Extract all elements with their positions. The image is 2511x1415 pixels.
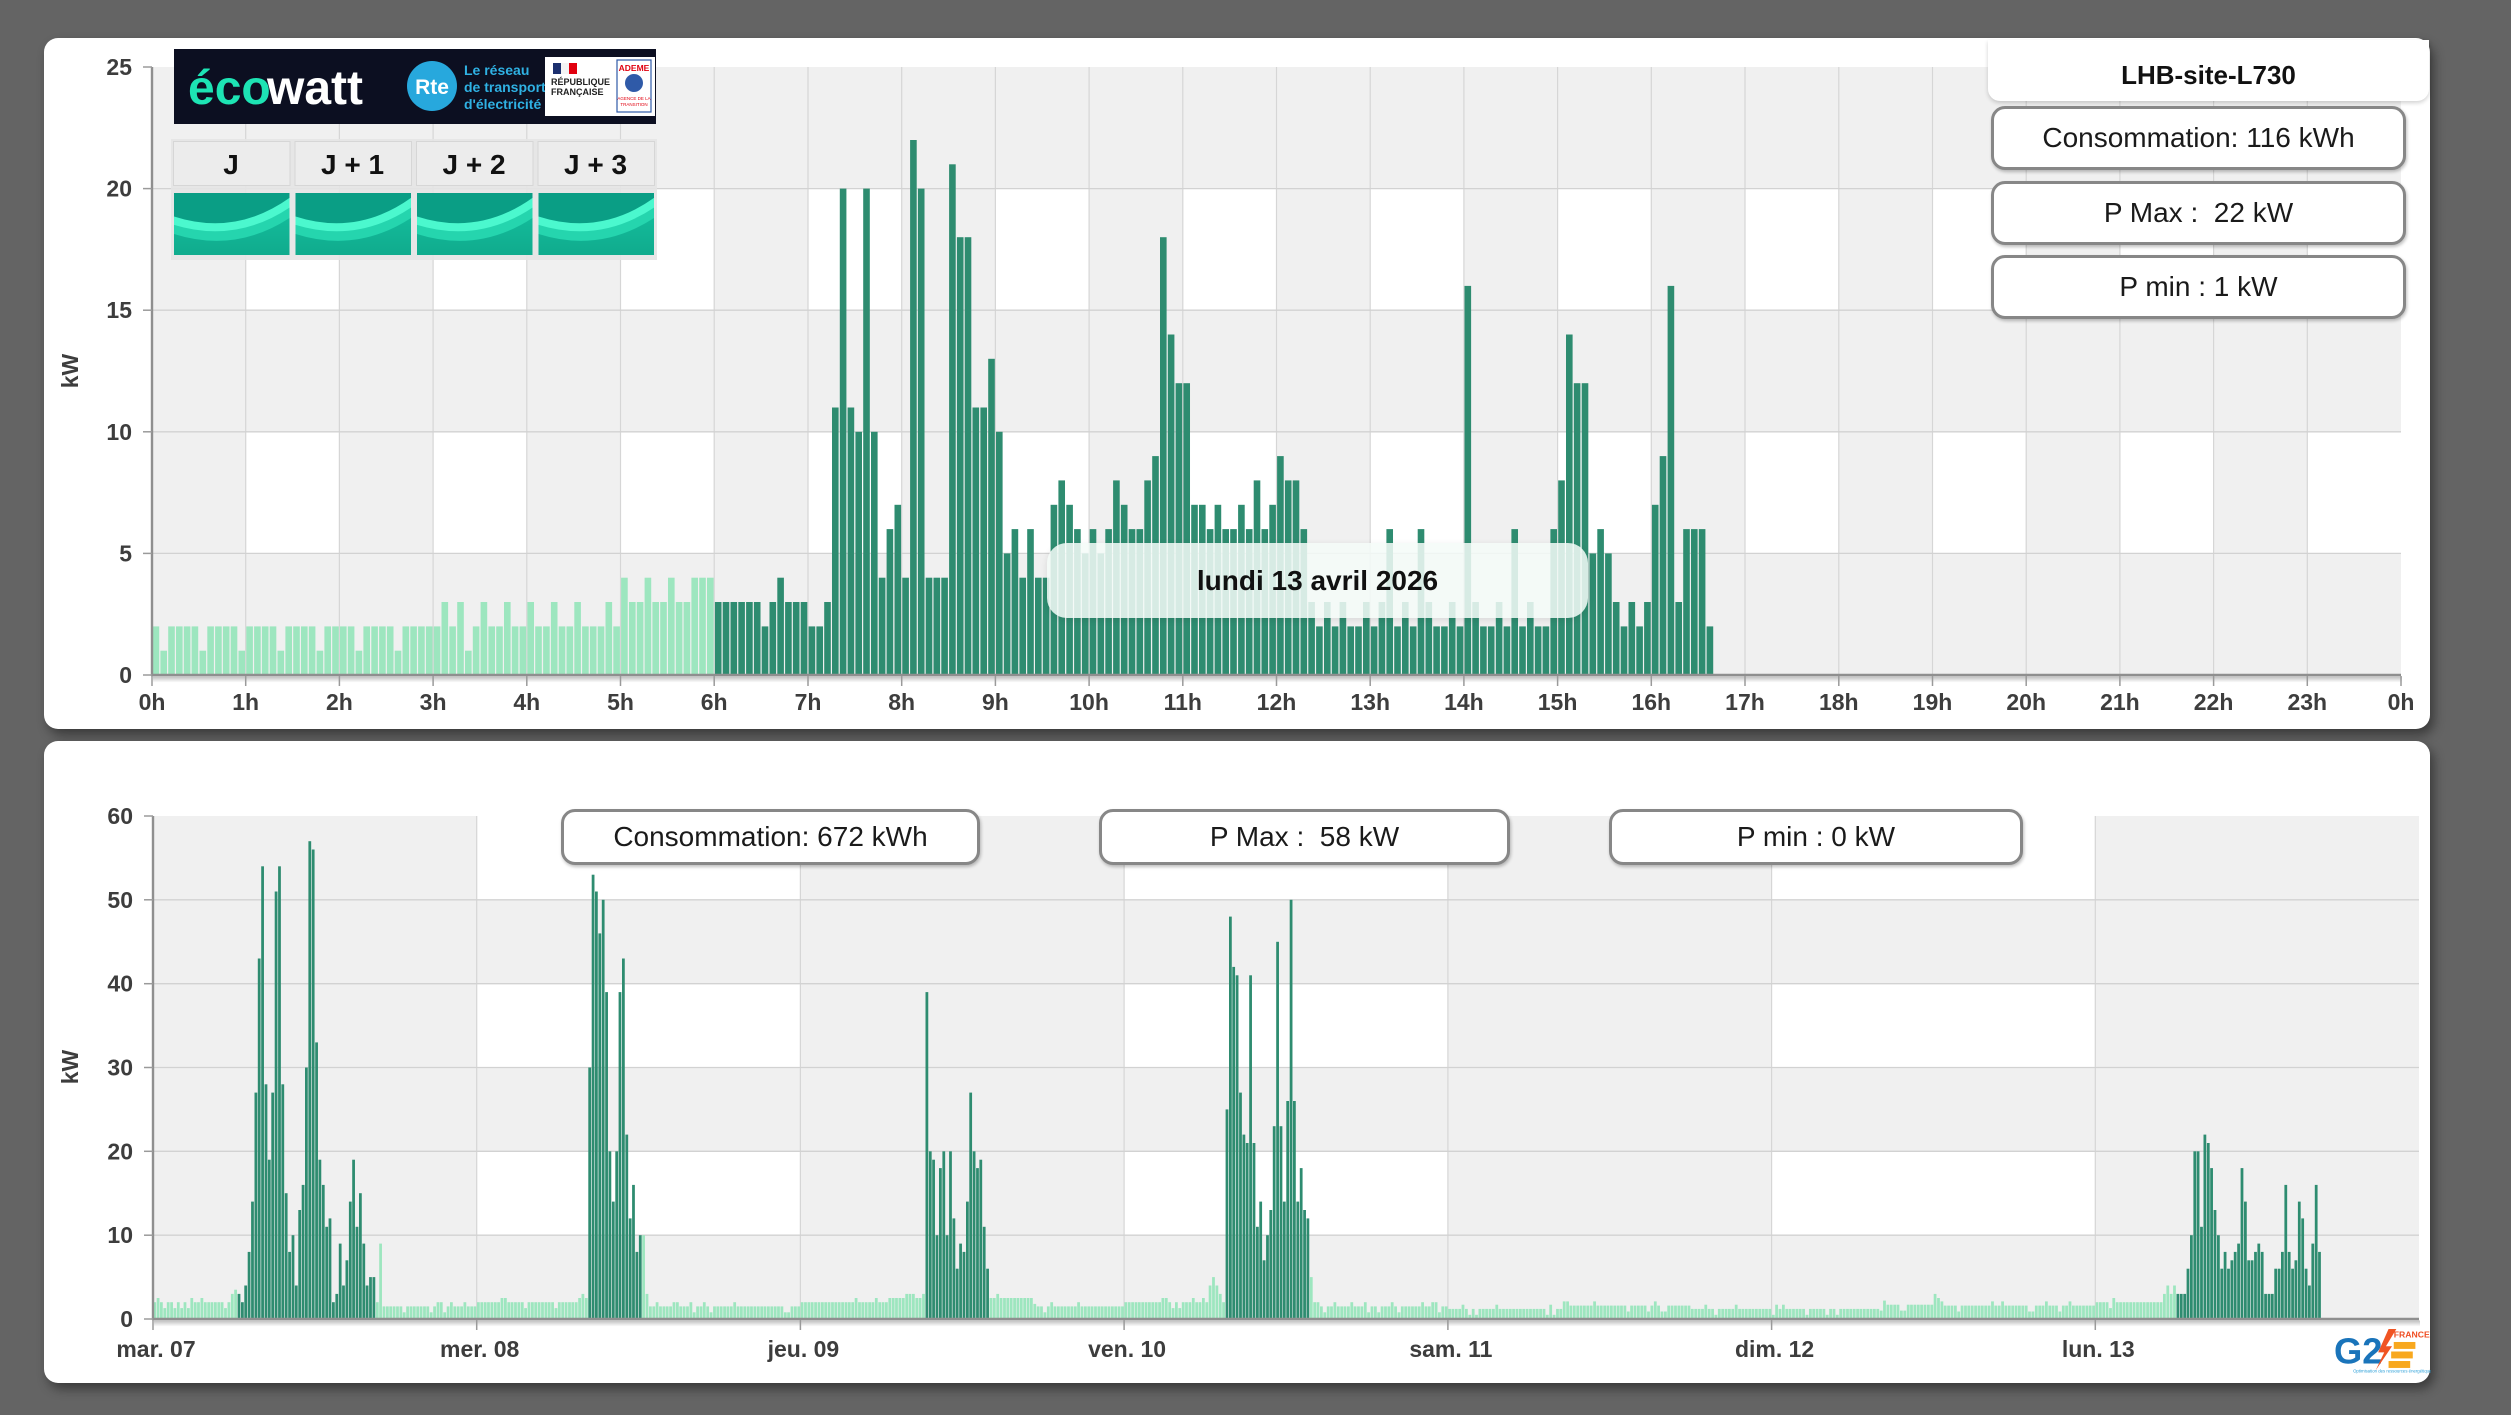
svg-text:J + 2: J + 2	[442, 149, 505, 180]
svg-text:22h: 22h	[2194, 689, 2234, 715]
svg-text:20h: 20h	[2006, 689, 2046, 715]
svg-text:50: 50	[107, 887, 133, 913]
svg-text:9h: 9h	[982, 689, 1009, 715]
svg-text:d'électricité: d'électricité	[464, 96, 541, 112]
svg-text:éco: éco	[188, 62, 271, 115]
svg-text:2h: 2h	[326, 689, 353, 715]
svg-text:10: 10	[107, 1222, 133, 1248]
svg-text:J + 1: J + 1	[321, 149, 384, 180]
svg-text:60: 60	[107, 803, 133, 829]
svg-text:AGENCE DE LA: AGENCE DE LA	[617, 96, 650, 101]
svg-text:mar. 07: mar. 07	[116, 1336, 195, 1362]
svg-text:15h: 15h	[1538, 689, 1578, 715]
svg-text:1h: 1h	[232, 689, 259, 715]
svg-text:25: 25	[106, 54, 132, 80]
svg-text:18h: 18h	[1819, 689, 1859, 715]
svg-text:ven. 10: ven. 10	[1088, 1336, 1166, 1362]
svg-text:FRANÇAISE: FRANÇAISE	[551, 87, 604, 97]
svg-text:de transport: de transport	[464, 79, 546, 95]
svg-text:14h: 14h	[1444, 689, 1484, 715]
svg-text:4h: 4h	[513, 689, 540, 715]
svg-text:G2: G2	[2334, 1331, 2382, 1372]
svg-text:19h: 19h	[1913, 689, 1953, 715]
svg-text:FRANCE: FRANCE	[2394, 1330, 2430, 1340]
svg-text:J + 3: J + 3	[564, 149, 627, 180]
svg-text:11h: 11h	[1164, 689, 1202, 715]
svg-text:30: 30	[107, 1055, 133, 1081]
svg-text:20: 20	[107, 1138, 133, 1164]
svg-text:8h: 8h	[888, 689, 915, 715]
svg-text:mer. 08: mer. 08	[440, 1336, 519, 1362]
svg-text:3h: 3h	[420, 689, 447, 715]
svg-text:0h: 0h	[2388, 689, 2415, 715]
svg-text:20: 20	[106, 176, 132, 202]
svg-text:15: 15	[106, 297, 132, 323]
svg-text:kW: kW	[57, 353, 83, 388]
svg-text:6h: 6h	[701, 689, 728, 715]
svg-text:40: 40	[107, 971, 133, 997]
svg-text:0: 0	[120, 1306, 133, 1332]
svg-text:dim. 12: dim. 12	[1735, 1336, 1814, 1362]
svg-text:17h: 17h	[1725, 689, 1765, 715]
svg-text:16h: 16h	[1631, 689, 1671, 715]
svg-text:ADEME: ADEME	[619, 63, 650, 73]
svg-text:Le réseau: Le réseau	[464, 62, 529, 78]
svg-text:kW: kW	[57, 1049, 83, 1084]
svg-text:0h: 0h	[139, 689, 166, 715]
svg-text:12h: 12h	[1257, 689, 1297, 715]
svg-text:watt: watt	[266, 62, 363, 115]
svg-text:jeu. 09: jeu. 09	[767, 1336, 840, 1362]
svg-text:5: 5	[119, 540, 132, 566]
svg-text:Rte: Rte	[415, 76, 449, 99]
svg-text:21h: 21h	[2100, 689, 2140, 715]
svg-text:5h: 5h	[607, 689, 634, 715]
svg-text:13h: 13h	[1350, 689, 1390, 715]
svg-text:0: 0	[119, 662, 132, 688]
svg-text:RÉPUBLIQUE: RÉPUBLIQUE	[551, 77, 610, 87]
svg-text:J: J	[223, 149, 239, 180]
svg-text:lun. 13: lun. 13	[2062, 1336, 2135, 1362]
svg-text:sam. 11: sam. 11	[1409, 1336, 1492, 1362]
svg-text:TRANSITION: TRANSITION	[620, 102, 647, 107]
svg-text:Optimisation des ressources én: Optimisation des ressources énergétiques	[2353, 1368, 2431, 1373]
svg-text:23h: 23h	[2287, 689, 2327, 715]
svg-text:10: 10	[106, 419, 132, 445]
svg-text:7h: 7h	[795, 689, 822, 715]
svg-text:10h: 10h	[1069, 689, 1109, 715]
